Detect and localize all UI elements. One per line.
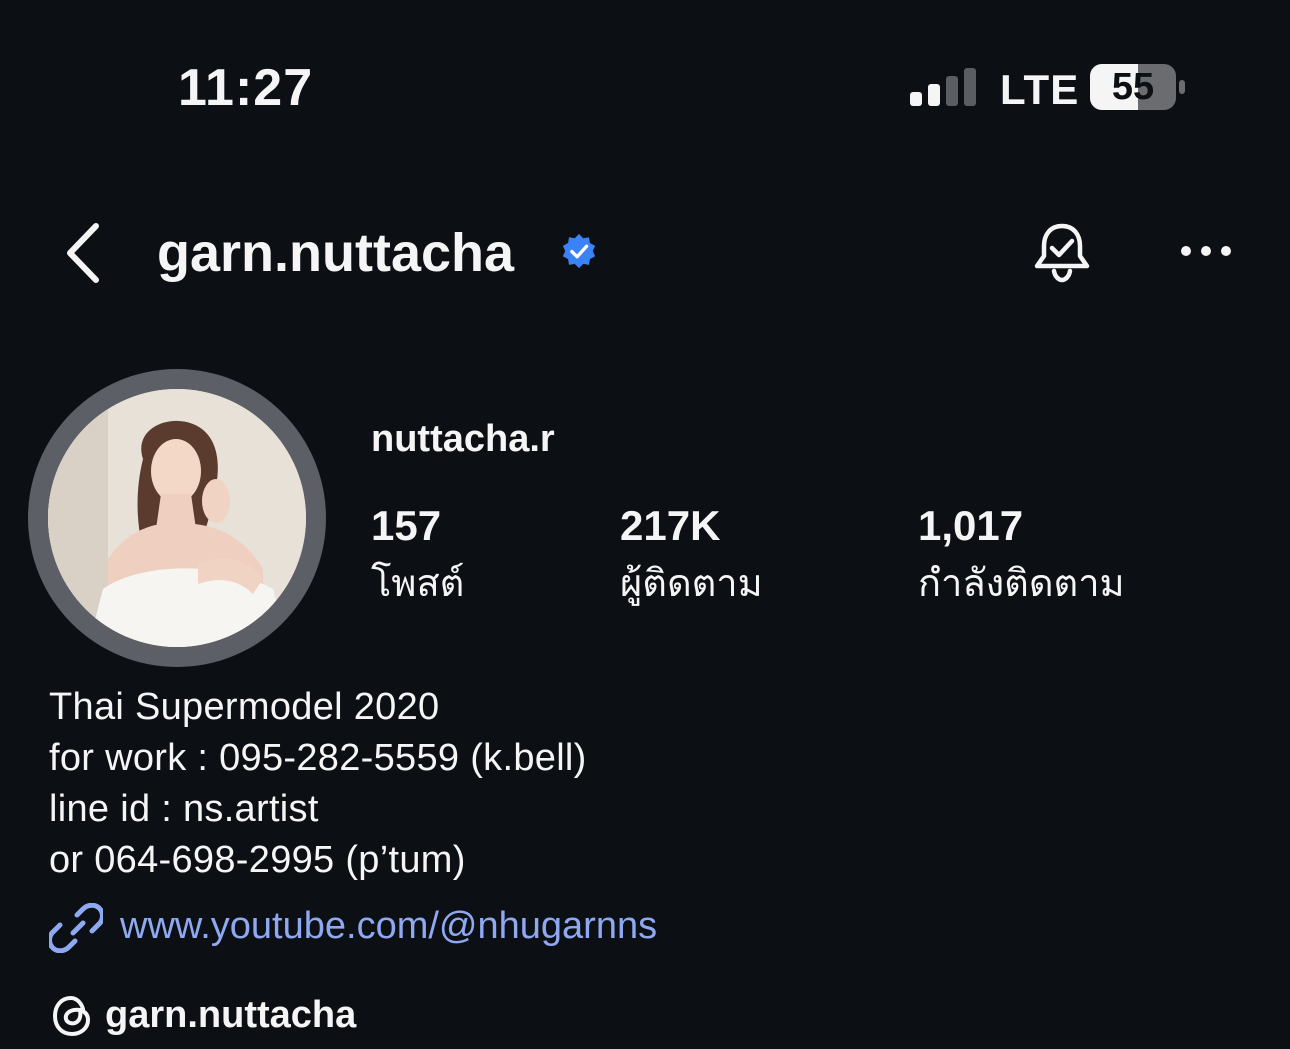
bio-line: line id : ns.artist — [49, 788, 319, 830]
bell-check-icon[interactable] — [1030, 220, 1094, 284]
link-icon — [49, 903, 103, 953]
avatar-photo — [48, 389, 306, 647]
network-type: LTE — [1000, 66, 1080, 113]
bio-line: or 064-698-2995 (p’tum) — [49, 839, 466, 881]
status-time: 11:27 — [178, 59, 314, 117]
profile-display-name: nuttacha.r — [371, 418, 555, 460]
threads-handle[interactable]: garn.nuttacha — [105, 994, 356, 1037]
bio-link[interactable]: www.youtube.com/@nhugarnns — [120, 905, 657, 948]
bio-line: Thai Supermodel 2020 — [49, 686, 440, 728]
chevron-left-icon[interactable] — [62, 222, 106, 284]
followers-count[interactable]: 217K — [620, 502, 720, 550]
posts-label[interactable]: โพสต์ — [371, 552, 464, 613]
battery-level: 55 — [1111, 66, 1155, 108]
followers-label[interactable]: ผู้ติดตาม — [620, 552, 763, 613]
following-label[interactable]: กำลังติดตาม — [918, 552, 1125, 613]
signal-icon — [910, 68, 976, 106]
threads-icon[interactable] — [50, 994, 94, 1038]
verified-badge-icon — [562, 233, 596, 269]
profile-avatar[interactable] — [48, 389, 306, 647]
more-horizontal-icon[interactable] — [1180, 236, 1232, 266]
following-count[interactable]: 1,017 — [918, 502, 1023, 550]
posts-count[interactable]: 157 — [371, 502, 441, 550]
bio-line: for work : 095-282-5559 (k.bell) — [49, 737, 587, 779]
profile-username: garn.nuttacha — [157, 223, 515, 283]
